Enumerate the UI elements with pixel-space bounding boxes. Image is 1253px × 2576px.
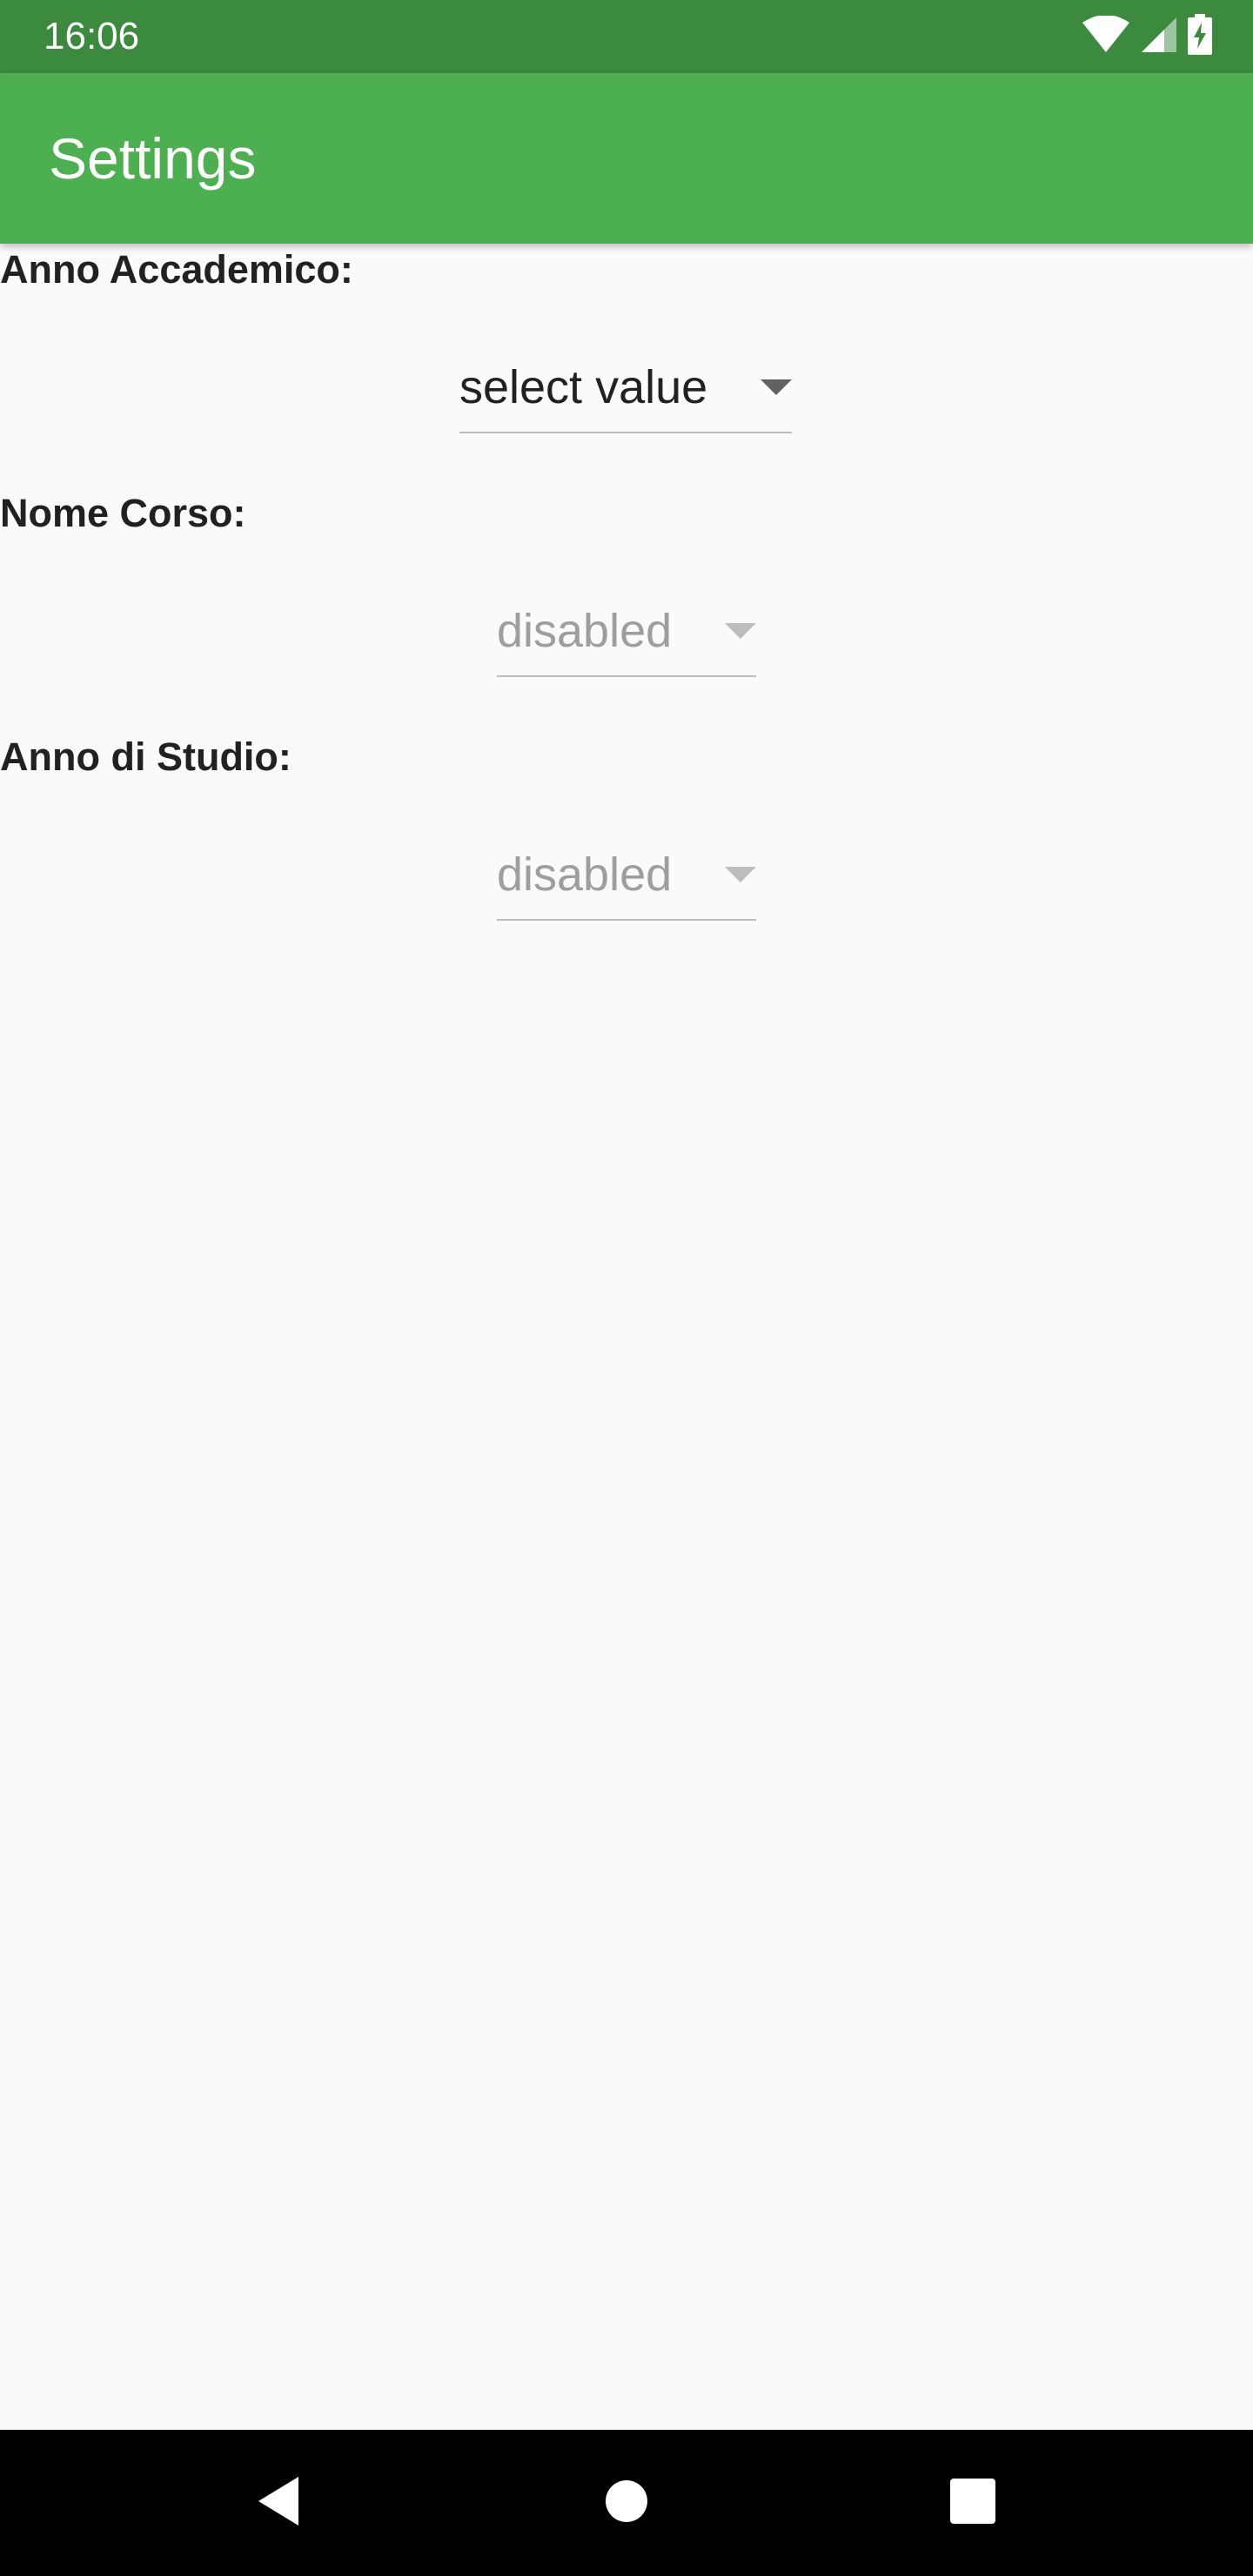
nome-corso-label: Nome Corso: <box>0 491 246 535</box>
dropdown-value: disabled <box>497 849 673 901</box>
dropdown-value: select value <box>459 361 708 413</box>
chevron-down-icon <box>725 867 756 882</box>
home-button[interactable] <box>557 2430 696 2576</box>
anno-di-studio-dropdown: disabled <box>497 834 756 921</box>
app-bar: Settings <box>0 73 1253 244</box>
navigation-bar <box>0 2430 1253 2576</box>
anno-accademico-label: Anno Accademico: <box>0 247 353 292</box>
signal-icon <box>1140 16 1178 58</box>
status-icons <box>1081 13 1213 60</box>
anno-accademico-dropdown[interactable]: select value <box>459 346 792 433</box>
status-time: 16:06 <box>44 15 140 57</box>
battery-charging-icon <box>1187 13 1213 60</box>
home-icon <box>604 2479 649 2528</box>
chevron-down-icon <box>761 379 792 395</box>
dropdown-value: disabled <box>497 605 673 657</box>
recents-button[interactable] <box>903 2430 1042 2576</box>
nome-corso-dropdown: disabled <box>497 590 756 677</box>
back-icon <box>255 2475 302 2532</box>
anno-di-studio-label: Anno di Studio: <box>0 735 291 779</box>
recents-icon <box>949 2478 996 2529</box>
chevron-down-icon <box>725 623 756 639</box>
page-title: Settings <box>49 126 257 191</box>
wifi-icon <box>1081 14 1131 58</box>
back-button[interactable] <box>209 2430 348 2576</box>
status-bar: 16:06 <box>0 0 1253 73</box>
